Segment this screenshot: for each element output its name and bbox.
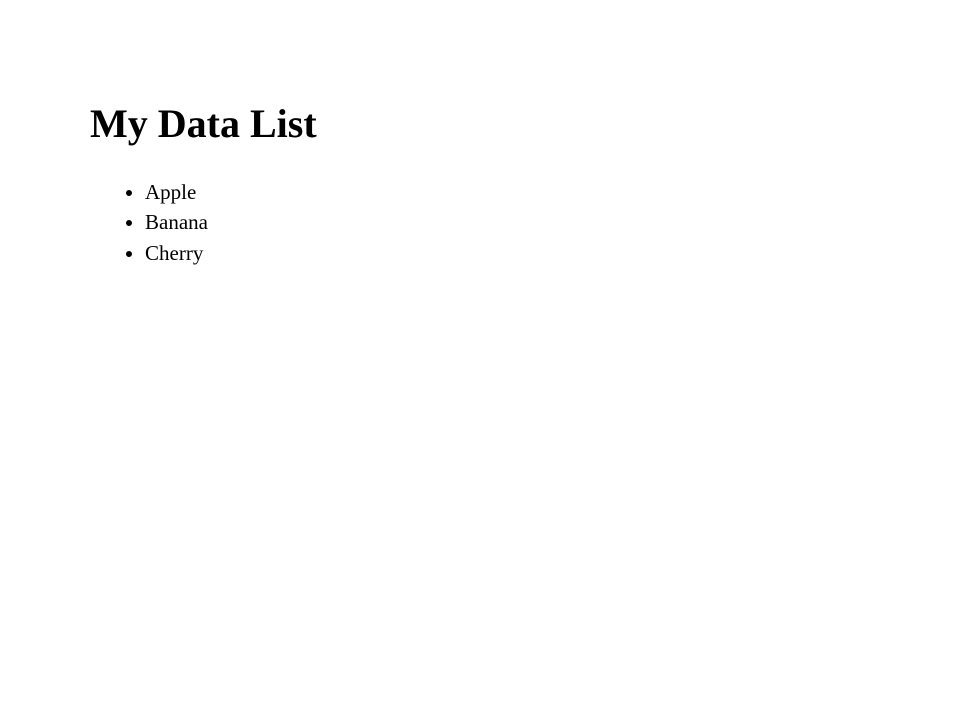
- data-list: Apple Banana Cherry: [90, 177, 976, 268]
- page-title: My Data List: [90, 100, 976, 147]
- list-item: Cherry: [145, 238, 976, 268]
- list-item: Banana: [145, 207, 976, 237]
- list-item: Apple: [145, 177, 976, 207]
